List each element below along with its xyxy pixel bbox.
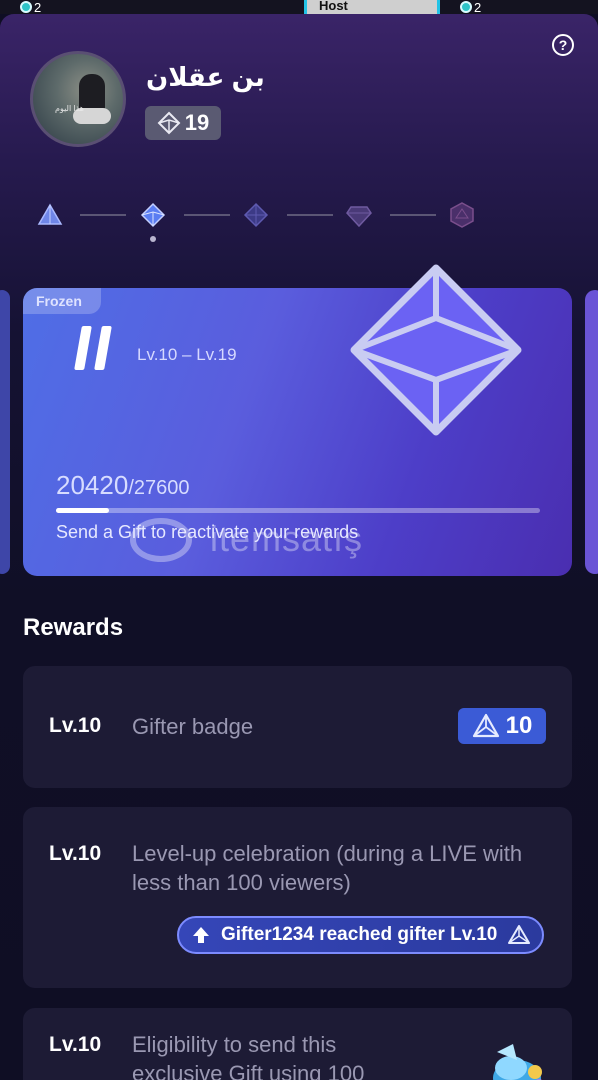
coin-icon — [460, 1, 472, 13]
badge-level: 10 — [505, 712, 533, 739]
reward-text: Gifter badge — [132, 714, 254, 739]
reward-level: Lv.10 — [49, 842, 102, 865]
reward-text: Eligibility to send this exclusive Gift … — [132, 1032, 365, 1080]
reward-card-badge[interactable]: Lv.10 Gifter badge 10 — [23, 666, 572, 788]
level-gem-5-icon[interactable] — [449, 202, 475, 228]
top-strip: 2 Host 2 — [0, 0, 598, 14]
reward-text: Level-up celebration (during a LIVE with… — [132, 841, 523, 895]
points-total: /27600 — [128, 477, 190, 499]
level-gem-3-icon[interactable] — [243, 202, 269, 228]
exclusive-gift-icon — [493, 1044, 542, 1080]
level-gem-1-icon[interactable] — [37, 202, 63, 228]
arrow-up-icon — [193, 927, 209, 943]
next-card-peek[interactable] — [585, 290, 598, 574]
level-track — [0, 196, 598, 246]
current-level-dot — [150, 236, 156, 242]
large-diamond-icon — [350, 264, 522, 436]
reactivate-message: Send a Gift to reactivate your rewards — [56, 522, 359, 542]
gifter-badge-icon — [508, 925, 530, 944]
viewer-count-right: 2 — [460, 0, 481, 14]
level-up-banner-preview: Gifter1234 reached gifter Lv.10 — [177, 916, 544, 954]
reward-card-exclusive-gift[interactable]: Lv.10 Eligibility to send this exclusive… — [23, 1008, 572, 1080]
reward-level: Lv.10 — [49, 714, 102, 737]
level-gem-2-icon[interactable] — [140, 202, 166, 228]
reward-level: Lv.10 — [49, 1033, 102, 1056]
avatar: هذا الیوم — [30, 51, 126, 147]
gifter-badge: 10 — [458, 708, 546, 744]
reward-card-celebration[interactable]: Lv.10 Level-up celebration (during a LIV… — [23, 807, 572, 988]
progress-points: 20420/27600 — [56, 470, 189, 501]
banner-text: Gifter1234 reached gifter Lv.10 — [221, 924, 498, 945]
gifter-badge-icon — [472, 713, 499, 738]
host-label: Host — [304, 0, 440, 14]
level-number: 19 — [184, 110, 210, 135]
previous-card-peek[interactable] — [0, 290, 10, 574]
level-badge: 19 — [145, 106, 221, 140]
tier-numeral — [74, 326, 114, 372]
viewer-count-left: 2 — [20, 0, 41, 14]
rewards-title: Rewards — [23, 614, 124, 641]
points-current: 20420 — [56, 470, 129, 500]
username: بن عقلان — [146, 62, 265, 92]
progress-bar-fill — [56, 508, 110, 513]
coin-icon — [20, 1, 32, 13]
help-icon[interactable]: ? — [552, 34, 574, 56]
level-range: Lv.10 – Lv.19 — [137, 345, 237, 364]
level-gem-4-icon[interactable] — [346, 202, 372, 228]
frozen-label: Frozen — [23, 288, 101, 314]
diamond-icon — [157, 111, 181, 135]
avatar-caption: هذا الیوم — [55, 104, 85, 113]
